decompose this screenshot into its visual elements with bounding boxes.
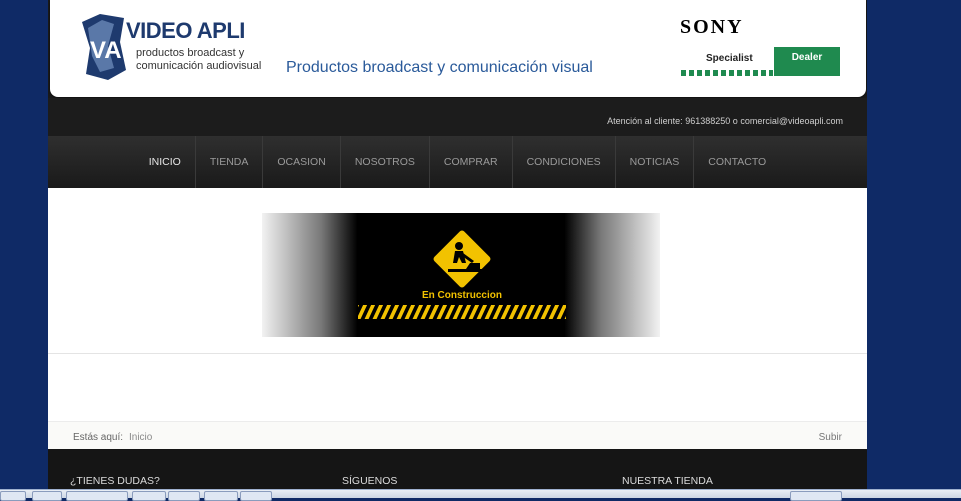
- nav-item-inicio[interactable]: INICIO: [135, 136, 195, 188]
- construction-text: En Construccion: [422, 290, 502, 301]
- taskbar-app-icon[interactable]: [66, 491, 128, 501]
- logo-subtitle-1: productos broadcast y: [136, 47, 245, 59]
- nav-item-contacto[interactable]: CONTACTO: [693, 136, 780, 188]
- content-divider: [48, 353, 867, 354]
- contact-mid: o: [732, 116, 738, 126]
- logo-subtitle-2: comunicación audiovisual: [136, 60, 262, 72]
- nav-item-noticias[interactable]: NOTICIAS: [614, 136, 694, 188]
- main-content: En Construccion: [48, 188, 867, 421]
- logo-title[interactable]: VIDEO APLI: [126, 18, 245, 44]
- breadcrumb-home-link[interactable]: Inicio: [129, 432, 152, 443]
- contact-email-link[interactable]: comercial@videoapli.com: [740, 116, 843, 126]
- svg-text:VA: VA: [90, 37, 122, 64]
- construction-banner: En Construccion: [262, 213, 660, 337]
- contact-prefix: Atención al cliente:: [607, 116, 683, 126]
- dealer-badge: Dealer: [774, 47, 840, 76]
- contact-bar: Atención al cliente: 961388250 o comerci…: [48, 98, 867, 136]
- taskbar-app-icon[interactable]: [168, 491, 200, 501]
- hazard-stripes: [358, 305, 566, 319]
- back-to-top-link[interactable]: Subir: [819, 432, 842, 443]
- footer-title-follow: SÍGUENOS: [342, 475, 398, 487]
- breadcrumb: Estás aquí: Inicio Subir: [48, 421, 867, 450]
- footer-title-questions: ¿TIENES DUDAS?: [70, 475, 160, 487]
- nav-item-nosotros[interactable]: NOSOTROS: [339, 136, 429, 188]
- specialist-label: Specialist: [706, 53, 753, 64]
- page: VA VIDEO APLI productos broadcast y comu…: [48, 0, 867, 489]
- taskbar-app-icon[interactable]: [204, 491, 238, 501]
- nav-item-ocasion[interactable]: OCASION: [262, 136, 339, 188]
- nav-item-condiciones[interactable]: CONDICIONES: [511, 136, 615, 188]
- taskbar-app-icon[interactable]: [32, 491, 62, 501]
- site-header: VA VIDEO APLI productos broadcast y comu…: [50, 0, 866, 97]
- breadcrumb-label: Estás aquí:: [73, 432, 124, 443]
- taskbar-start-icon[interactable]: [0, 491, 26, 501]
- taskbar-app-icon[interactable]: [240, 491, 272, 501]
- sony-logo: SONY: [680, 16, 744, 38]
- main-nav: INICIO TIENDA OCASION NOSOTROS COMPRAR C…: [48, 136, 867, 188]
- nav-item-comprar[interactable]: COMPRAR: [428, 136, 512, 188]
- construction-graphic: En Construccion: [358, 228, 566, 319]
- footer-title-store: NUESTRA TIENDA: [622, 475, 713, 487]
- taskbar-app-icon[interactable]: [132, 491, 166, 501]
- taskbar-tray[interactable]: [790, 491, 842, 501]
- dealer-dots-decoration: [681, 70, 773, 76]
- site-tagline: Productos broadcast y comunicación visua…: [286, 59, 593, 76]
- contact-phone: 961388250: [685, 116, 731, 126]
- nav-item-tienda[interactable]: TIENDA: [194, 136, 263, 188]
- contact-info: Atención al cliente: 961388250 o comerci…: [607, 116, 843, 126]
- site-footer: ¿TIENES DUDAS? SÍGUENOS NUESTRA TIENDA: [48, 449, 867, 489]
- logo-icon[interactable]: VA: [80, 12, 132, 82]
